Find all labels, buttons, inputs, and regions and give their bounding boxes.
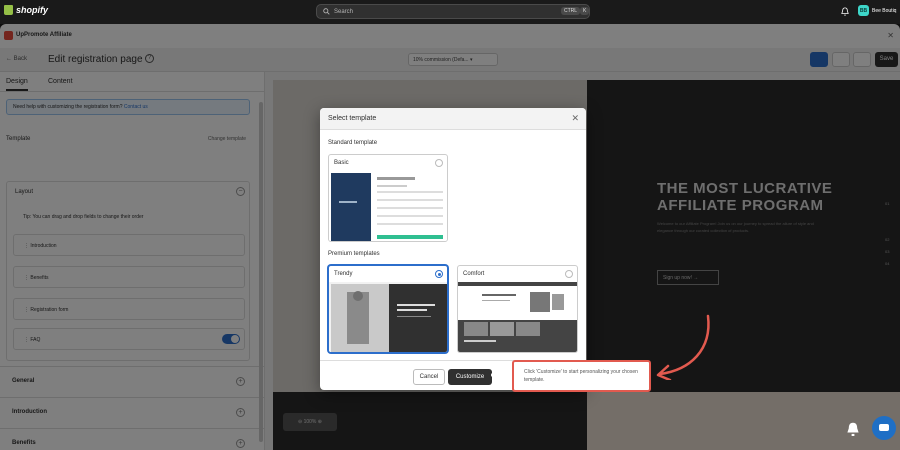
- select-template-modal: Select template ✕ Standard template Basi…: [320, 108, 586, 390]
- notification-bell-icon[interactable]: [846, 421, 860, 437]
- shopify-bag-icon: [4, 5, 13, 15]
- arrow-annotation-icon: [656, 314, 710, 380]
- store-avatar: BB: [858, 5, 869, 16]
- modal-title: Select template: [328, 115, 377, 122]
- notification-bell-icon[interactable]: [841, 7, 849, 16]
- template-card-trendy[interactable]: Trendy: [328, 265, 448, 353]
- chat-support-button[interactable]: [872, 416, 896, 440]
- shopify-logo-text: shopify: [16, 5, 49, 15]
- template-radio[interactable]: [435, 159, 443, 167]
- comfort-template-thumbnail: [458, 282, 577, 352]
- modal-header: Select template ✕: [320, 108, 586, 130]
- template-card-comfort[interactable]: Comfort: [457, 265, 578, 353]
- shopify-logo[interactable]: shopify: [4, 5, 48, 15]
- store-name: Bee Boutiq: [872, 7, 897, 14]
- standard-template-label: Standard template: [328, 140, 378, 146]
- cancel-button[interactable]: Cancel: [413, 369, 445, 385]
- template-radio[interactable]: [565, 270, 573, 278]
- basic-template-thumbnail: [329, 171, 447, 241]
- instruction-callout: Click 'Customize' to start personalizing…: [512, 360, 651, 392]
- shopify-topbar: shopify Search CTRL K BB Bee Boutiq: [0, 0, 900, 24]
- search-placeholder: Search: [334, 8, 354, 15]
- trendy-template-thumbnail: [329, 282, 447, 352]
- premium-templates-label: Premium templates: [328, 251, 380, 257]
- template-name: Basic: [334, 160, 349, 166]
- template-name: Comfort: [463, 271, 485, 277]
- close-icon[interactable]: ✕: [571, 113, 579, 124]
- search-icon: [323, 8, 330, 15]
- customize-button[interactable]: Customize: [448, 369, 492, 385]
- template-radio-selected[interactable]: [435, 270, 443, 278]
- callout-connector: [491, 373, 514, 377]
- template-name: Trendy: [334, 271, 353, 277]
- store-switcher[interactable]: BB Bee Boutiq: [858, 5, 896, 16]
- global-search-input[interactable]: Search CTRL K: [316, 4, 590, 19]
- template-card-basic[interactable]: Basic: [328, 154, 448, 242]
- shortcut-ctrl-key: CTRL: [561, 7, 581, 15]
- shortcut-k-key: K: [580, 7, 590, 15]
